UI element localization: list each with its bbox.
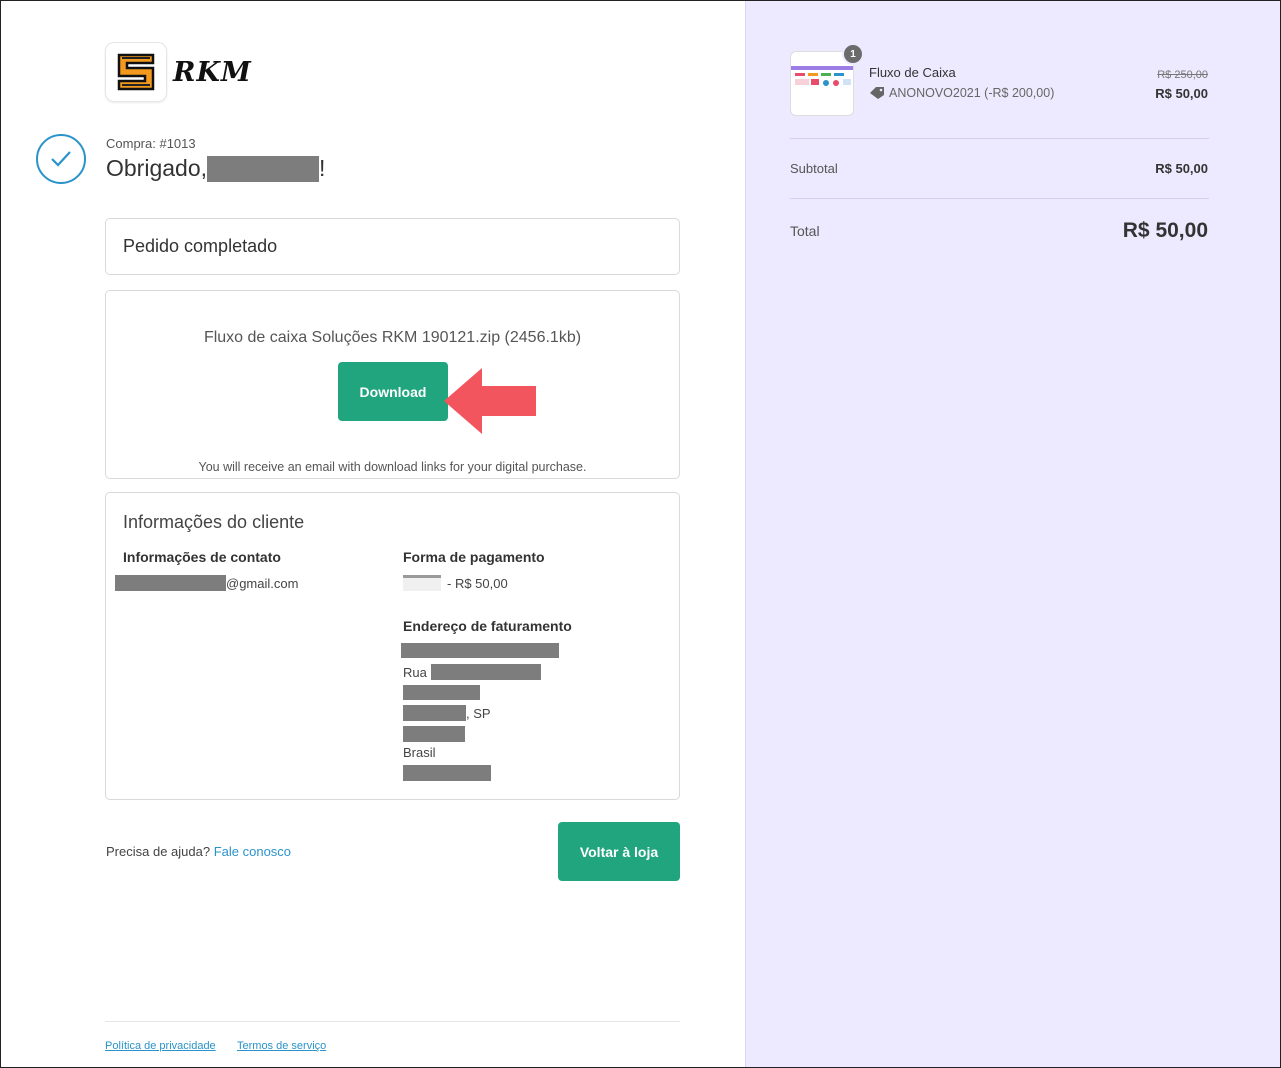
order-status-text: Pedido completado: [123, 236, 278, 256]
quantity-badge: 1: [842, 43, 864, 65]
main-column: RKM Compra: #1013 Obrigado, ! Pedido com…: [1, 1, 745, 1067]
logo-mark-icon: [105, 42, 167, 102]
payment-heading: Forma de pagamento: [403, 549, 545, 565]
billing-street: Rua: [403, 664, 541, 680]
product-discount: ANONOVO2021 (-R$ 200,00): [869, 86, 1054, 100]
redacted-street: [430, 664, 541, 680]
success-check-icon: [36, 134, 86, 184]
redacted-email: [115, 575, 226, 591]
subtotal-value: R$ 50,00: [1155, 161, 1208, 176]
download-box: Fluxo de caixa Soluções RKM 190121.zip (…: [105, 290, 680, 479]
billing-country: Brasil: [403, 745, 436, 760]
thanks-prefix: Obrigado,: [106, 155, 208, 181]
contact-email: @gmail.com: [115, 575, 298, 591]
redacted-phone: [403, 765, 491, 781]
original-price: R$ 250,00: [1157, 69, 1208, 81]
redacted-district: [403, 685, 480, 700]
order-status-box: Pedido completado: [105, 218, 680, 275]
item-price: R$ 50,00: [1155, 86, 1208, 101]
annotation-arrow-icon: [444, 368, 536, 434]
subtotal-label: Subtotal: [790, 161, 838, 176]
discount-code: ANONOVO2021 (-R$ 200,00): [889, 86, 1055, 100]
help-question: Precisa de ajuda?: [106, 844, 211, 859]
state-suffix: , SP: [466, 705, 491, 721]
download-file-label: Fluxo de caixa Soluções RKM 190121.zip (…: [203, 329, 582, 346]
billing-heading: Endereço de faturamento: [403, 618, 572, 634]
total-value: R$ 50,00: [1122, 219, 1208, 242]
order-summary-sidebar: 1 Fluxo de Caixa ANONOVO2021 (-R$ 200,00…: [745, 1, 1280, 1067]
privacy-policy-link[interactable]: Política de privacidade: [105, 1040, 216, 1052]
billing-city-state: , SP: [403, 705, 491, 721]
summary-divider: [790, 198, 1209, 199]
contact-heading: Informações de contato: [123, 549, 281, 565]
thank-you-heading: Obrigado, !: [106, 155, 325, 182]
order-number: Compra: #1013: [106, 136, 196, 151]
thanks-suffix: !: [319, 155, 326, 181]
redacted-customer-name: [207, 155, 320, 182]
payment-line: - R$ 50,00: [403, 575, 508, 591]
card-icon: [403, 575, 441, 591]
street-prefix: Rua: [403, 664, 427, 680]
back-to-store-button[interactable]: Voltar à loja: [558, 822, 680, 881]
tag-icon: [870, 87, 884, 99]
customer-info-box: Informações do cliente Informações de co…: [105, 492, 680, 800]
download-button[interactable]: Download: [338, 362, 448, 421]
email-suffix: @gmail.com: [226, 575, 299, 591]
download-note: You will receive an email with download …: [198, 460, 587, 474]
payment-amount: - R$ 50,00: [447, 575, 508, 591]
product-name: Fluxo de Caixa: [869, 65, 956, 80]
total-label: Total: [790, 223, 820, 239]
footer-divider: [105, 1021, 680, 1022]
summary-divider: [790, 138, 1209, 139]
help-text: Precisa de ajuda? Fale conosco: [106, 844, 291, 859]
logo-text: RKM: [173, 56, 252, 88]
customer-info-title: Informações do cliente: [123, 512, 305, 532]
redacted-city: [403, 705, 466, 721]
terms-of-service-link[interactable]: Termos de serviço: [237, 1040, 326, 1052]
store-logo[interactable]: RKM: [105, 41, 265, 103]
redacted-billing-name: [401, 643, 559, 658]
contact-us-link[interactable]: Fale conosco: [214, 844, 291, 859]
redacted-postal-code: [403, 726, 465, 742]
